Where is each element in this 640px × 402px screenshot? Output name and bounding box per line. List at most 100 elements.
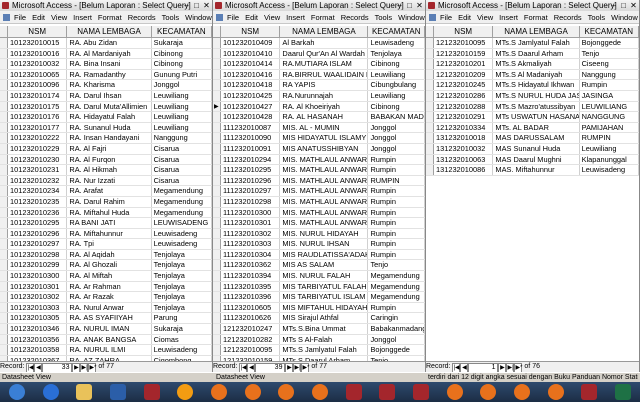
- nama-lembaga-cell[interactable]: MTs USWATUN HASANA: [493, 112, 580, 122]
- nama-lembaga-cell[interactable]: MAS. Miftahunnur: [493, 165, 580, 175]
- row-selector[interactable]: [213, 218, 221, 228]
- table-row[interactable]: 101232010235 RA. Darul Rahim Megamendung: [0, 196, 212, 208]
- nama-lembaga-cell[interactable]: MIS. MATHLAUL ANWAR: [280, 196, 369, 207]
- row-selector[interactable]: [0, 345, 8, 355]
- row-selector[interactable]: [0, 59, 8, 69]
- table-row[interactable]: 101232010016 RA. Al Mardaniyah Cibinong: [0, 48, 212, 60]
- firefox-icon[interactable]: [312, 384, 328, 400]
- menu-item-tools[interactable]: Tools: [159, 11, 183, 23]
- row-selector[interactable]: [0, 324, 8, 334]
- row-selector[interactable]: [213, 228, 221, 239]
- nama-lembaga-cell[interactable]: RA. Ramadanthy: [67, 69, 152, 80]
- nsm-cell[interactable]: 101232010418: [221, 80, 281, 90]
- nsm-cell[interactable]: 101232010303: [8, 302, 68, 313]
- kecamatan-cell[interactable]: Leuwisadeng: [152, 345, 212, 355]
- menu-item-view[interactable]: View: [48, 11, 70, 23]
- kecamatan-cell[interactable]: Jonggol: [368, 133, 425, 143]
- table-row[interactable]: 121232010095 MTs.S Jamlyatul Falah Bojongg…: [213, 345, 425, 356]
- row-selector[interactable]: [213, 165, 221, 175]
- kecamatan-cell[interactable]: Rumpin: [368, 249, 425, 260]
- kecamatan-cell[interactable]: Tenjolaya: [152, 281, 212, 292]
- nama-lembaga-cell[interactable]: MIS RAUDLATISSA'ADAH: [280, 249, 369, 260]
- access-icon[interactable]: [379, 384, 395, 400]
- kecamatan-cell[interactable]: PAMIJAHAN: [580, 122, 639, 133]
- table-row[interactable]: 101232010358 RA. NURUL ILMI Leuwisadeng: [0, 345, 212, 356]
- table-row[interactable]: 111232010303 MIS. NURUL IHSAN Rumpin: [213, 239, 425, 250]
- nama-lembaga-cell[interactable]: RA.MUTIARA ISLAM: [280, 59, 369, 69]
- nama-lembaga-cell[interactable]: RA. Miftahunnur: [67, 228, 152, 239]
- firefox-icon[interactable]: [245, 384, 261, 400]
- column-header-kecamatan[interactable]: KECAMATAN: [368, 26, 425, 37]
- row-selector[interactable]: [213, 345, 221, 355]
- row-selector[interactable]: [213, 334, 221, 345]
- table-row[interactable]: 101232010032 RA. Bina Insani Cibinong: [0, 59, 212, 70]
- table-row[interactable]: 101232010177 RA. Sunanul Huda Leuwiliang: [0, 122, 212, 134]
- kecamatan-cell[interactable]: Megamendung: [368, 281, 425, 292]
- nama-lembaga-cell[interactable]: RA. Tpi: [67, 239, 152, 249]
- row-selector[interactable]: [426, 48, 434, 59]
- minimize-icon[interactable]: –: [182, 0, 191, 11]
- nama-lembaga-cell[interactable]: MIS. MATHLAUL ANWAR: [280, 207, 369, 218]
- close-icon[interactable]: ✕: [202, 0, 211, 11]
- minimize-icon[interactable]: –: [609, 0, 618, 11]
- kecamatan-cell[interactable]: Caringin: [368, 313, 425, 324]
- nsm-cell[interactable]: 101232010414: [221, 59, 281, 69]
- table-row[interactable]: 121232010245 MTs.S Hidayatul Ikhwan Rumpin: [426, 80, 639, 91]
- next-record-button[interactable]: ▶: [285, 363, 294, 372]
- table-row[interactable]: 111232010362 MIS AS SALAM Tenjo: [213, 260, 425, 272]
- kecamatan-cell[interactable]: Rumpin: [368, 196, 425, 207]
- nsm-cell[interactable]: 101232010032: [8, 59, 68, 69]
- table-row[interactable]: 111232010302 MIS. NURUL HIDAYAH Rumpin: [213, 228, 425, 240]
- nsm-cell[interactable]: 101232010299: [8, 260, 68, 271]
- table-row[interactable]: 101232010234 RA. Arafat Megamendung: [0, 186, 212, 197]
- row-selector[interactable]: [426, 59, 434, 69]
- kecamatan-cell[interactable]: Leuwisadeng: [152, 239, 212, 249]
- row-selector[interactable]: [0, 281, 8, 292]
- row-selector[interactable]: [213, 80, 221, 90]
- row-selector[interactable]: [0, 101, 8, 112]
- row-selector[interactable]: [213, 302, 221, 313]
- table-row[interactable]: 111232010605 MIS MIFTAHUL HIDAYAH Rumpin: [213, 302, 425, 314]
- nsm-cell[interactable]: 111232010362: [221, 260, 281, 271]
- kecamatan-cell[interactable]: Megamendung: [152, 196, 212, 207]
- nsm-cell[interactable]: 101232010176: [8, 112, 68, 122]
- row-selector[interactable]: [0, 38, 8, 48]
- nama-lembaga-cell[interactable]: MIS HIDAYATUL ISLAMY: [280, 133, 369, 143]
- kecamatan-cell[interactable]: Leuwisadeng: [368, 38, 425, 48]
- row-selector[interactable]: [213, 133, 221, 143]
- row-selector[interactable]: [426, 69, 434, 80]
- table-row[interactable]: 131232010032 MAS Sunanul Huda Leuwiliang: [426, 143, 639, 155]
- row-selector[interactable]: [0, 228, 8, 239]
- table-row[interactable]: 101232010296 RA. Miftahunnur Leuwisadeng: [0, 228, 212, 240]
- nsm-cell[interactable]: 121232010201: [434, 59, 494, 69]
- nsm-cell[interactable]: 111232010091: [221, 143, 281, 154]
- nsm-cell[interactable]: 101232010297: [8, 239, 68, 249]
- row-selector[interactable]: [213, 281, 221, 292]
- first-record-button[interactable]: |◀: [26, 363, 35, 372]
- nsm-cell[interactable]: 101232010346: [8, 324, 68, 334]
- kecamatan-cell[interactable]: LEUWILIANG: [580, 101, 639, 112]
- minimize-icon[interactable]: –: [395, 0, 404, 11]
- nsm-cell[interactable]: 121232010334: [434, 122, 494, 133]
- nama-lembaga-cell[interactable]: RA. Darul Ihsan: [67, 90, 152, 101]
- close-icon[interactable]: ✕: [415, 0, 424, 11]
- menu-item-window[interactable]: Window: [395, 11, 425, 23]
- nama-lembaga-cell[interactable]: MTs.S NURUL HUDA JASI: [493, 90, 580, 101]
- nama-lembaga-cell[interactable]: RA. Ar Razak: [67, 292, 152, 302]
- nsm-cell[interactable]: 111232010296: [221, 175, 281, 186]
- kecamatan-cell[interactable]: Leuwisadeng: [580, 165, 639, 175]
- nsm-cell[interactable]: 101232010301: [8, 281, 68, 292]
- nsm-cell[interactable]: 121232010282: [221, 334, 281, 345]
- column-header-kecamatan[interactable]: KECAMATAN: [152, 26, 212, 37]
- row-selector[interactable]: [0, 302, 8, 313]
- row-selector[interactable]: [0, 112, 8, 122]
- kecamatan-cell[interactable]: Jonggol: [368, 334, 425, 345]
- menu-item-edit[interactable]: Edit: [242, 11, 261, 23]
- nama-lembaga-cell[interactable]: RA. Darul Muta'Allimien: [67, 101, 152, 112]
- document-icon[interactable]: [429, 14, 436, 21]
- firefox-icon[interactable]: [278, 384, 294, 400]
- kecamatan-cell[interactable]: Tenjolaya: [368, 48, 425, 59]
- table-row[interactable]: 101232010176 RA. Hidayatul Falah Leuwilian…: [0, 112, 212, 123]
- nama-lembaga-cell[interactable]: RA YAPIS: [280, 80, 369, 90]
- nsm-cell[interactable]: 121232010245: [434, 80, 494, 90]
